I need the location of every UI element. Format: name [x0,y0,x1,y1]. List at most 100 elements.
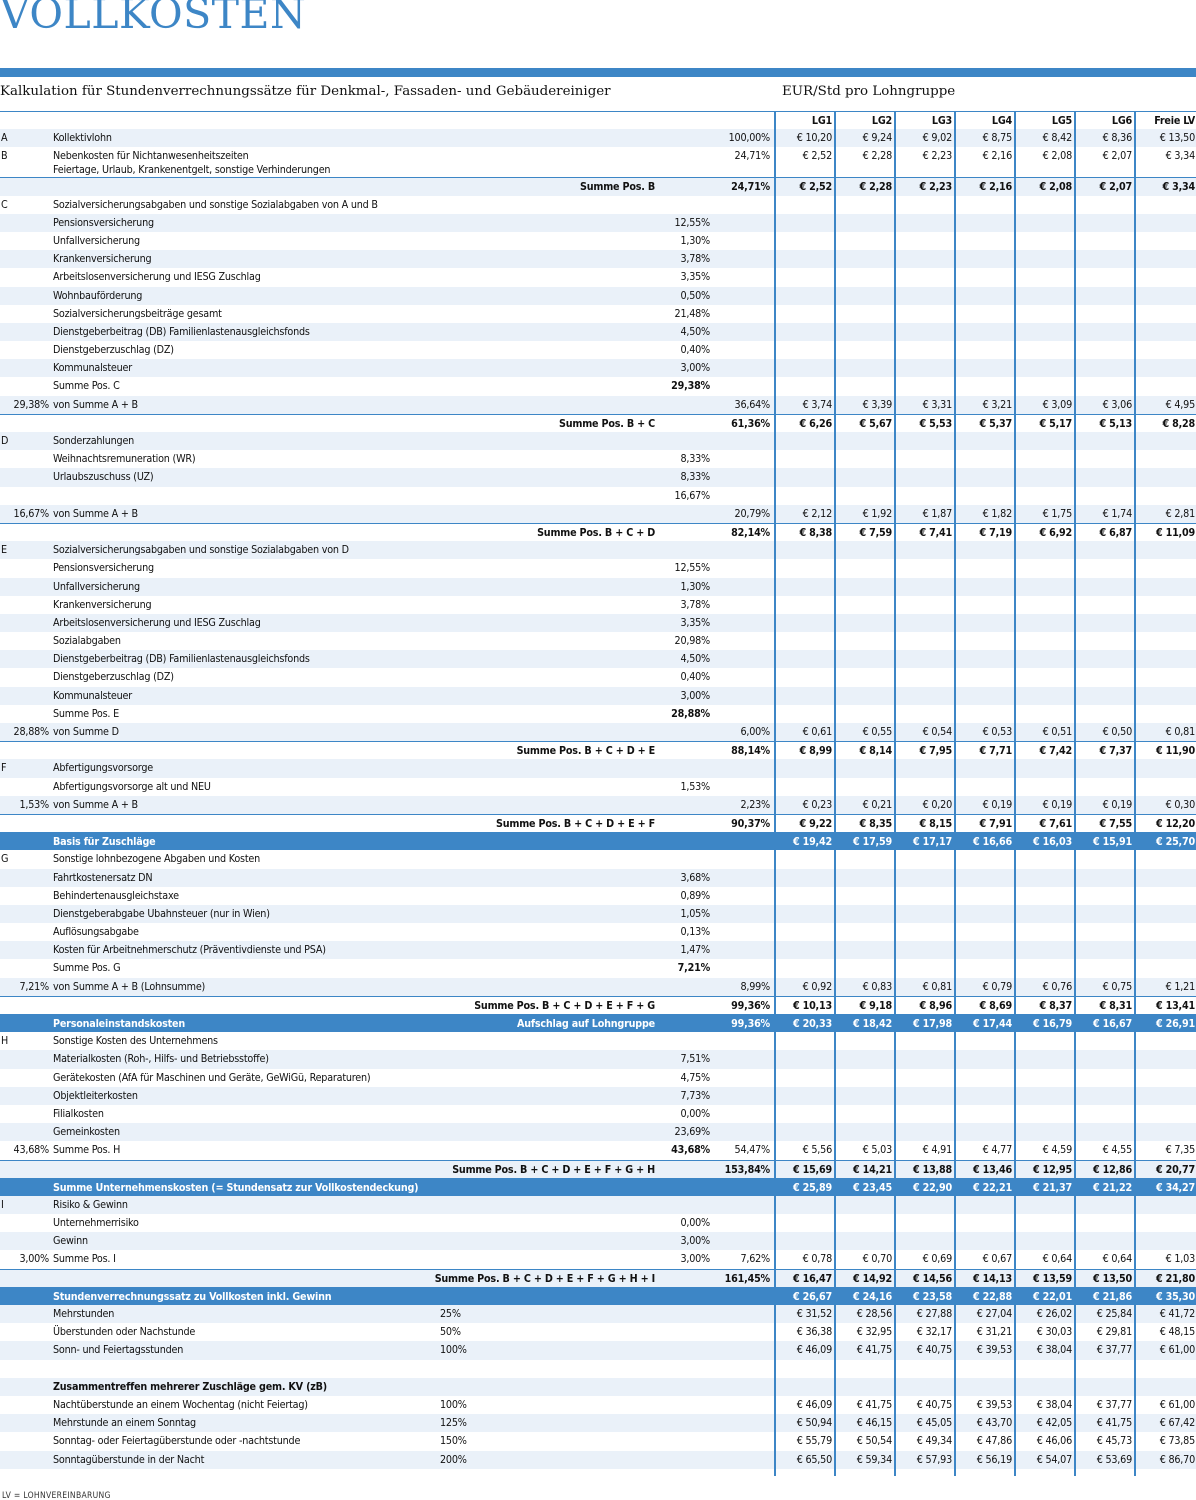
rate-percent: 29,38% [671,379,710,393]
value-lg3: € 32,17 [916,1325,952,1339]
total-percent: 82,14% [731,525,770,539]
base-percent: 1,53% [19,797,49,811]
surcharge-percent: 150% [440,1434,467,1448]
row-label-subline: Feiertage, Urlaub, Krankenentgelt, sonst… [53,163,331,177]
value-lg3: € 57,93 [916,1452,952,1466]
value-lg5: € 38,04 [1036,1397,1072,1411]
value-lg4: € 16,66 [972,835,1012,849]
subtotal-label: Summe Pos. B + C + D [537,525,655,539]
value-lg2: € 7,59 [859,525,892,539]
column-header: LG3 [931,114,952,127]
value-lg2: € 8,14 [859,744,892,758]
table-row: Dienstgeberabgabe Ubahnsteuer (nur in Wi… [0,904,1196,924]
value-lg4: € 43,70 [976,1416,1012,1430]
value-freie-lv: € 25,70 [1155,835,1195,849]
row-label: Sozialversicherungsabgaben und sonstige … [53,197,378,211]
value-lg1: € 3,74 [802,397,832,411]
value-freie-lv: € 11,90 [1155,744,1195,758]
value-lg4: € 22,21 [972,1180,1012,1194]
table-row: Filialkosten 0,00% [0,1105,1196,1123]
table-row: 29,38% von Summe A + B 36,64% € 3,74 € 3,39 €… [0,395,1196,414]
value-lg3: € 0,54 [922,725,952,738]
value-lg6: € 37,77 [1096,1397,1132,1411]
value-lg3: € 14,56 [912,1271,952,1285]
value-lg2: € 1,92 [862,506,892,520]
table-row: 3,00% Summe Pos. I 3,00% 7,62% € 0,78 € 0,70 €… [0,1250,1196,1268]
table-row: Kommunalsteuer 3,00% [0,359,1196,378]
value-lg5: € 16,03 [1032,835,1072,849]
total-percent: 36,64% [734,397,770,411]
value-lg4: € 7,19 [979,525,1012,539]
value-lg5: € 0,76 [1042,979,1072,993]
value-lg6: € 4,55 [1102,1143,1132,1157]
value-lg3: € 7,95 [919,744,952,758]
subtotal-row: Summe Pos. B + C + D 82,14% € 8,38 € 7,59 € … [0,522,1196,541]
value-lg4: € 47,86 [976,1434,1012,1448]
highlight-row: Stundenverrechnungssatz zu Vollkosten in… [0,1286,1196,1305]
total-percent: 153,84% [724,1162,770,1176]
value-freie-lv: € 0,30 [1165,797,1195,811]
table-row: Sonntagüberstunde in der Nacht 200% € 65,5… [0,1450,1196,1469]
row-label: Abfertigungsvorsorge [53,761,153,775]
table-row: Dienstgeberbeitrag (DB) Familienlastenau… [0,650,1196,669]
table-row: Kommunalsteuer 3,00% [0,686,1196,705]
value-lg5: € 0,64 [1042,1252,1072,1266]
rate-percent: 0,13% [680,925,710,939]
value-lg3: € 27,88 [916,1307,952,1320]
highlight-row: Personaleinstandskosten Aufschlag auf Loh… [0,1014,1196,1033]
position-key: F [1,761,7,775]
row-label: Sonstige Kosten des Unternehmens [53,1034,218,1048]
value-lg2: € 9,18 [859,998,892,1012]
value-lg5: € 30,03 [1036,1325,1072,1339]
row-label: von Summe A + B [53,397,138,411]
subtotal-label: Summe Pos. B + C + D + E [516,744,655,758]
value-lg4: € 14,13 [972,1271,1012,1285]
value-lg2: € 8,35 [859,816,892,830]
value-freie-lv: € 11,09 [1155,525,1195,539]
value-lg1: € 65,50 [796,1452,832,1466]
value-freie-lv: € 35,30 [1155,1289,1195,1303]
value-lg5: € 22,01 [1032,1289,1072,1303]
value-lg5: € 2,08 [1039,180,1072,194]
value-lg3: € 8,96 [919,998,952,1012]
table-row: Gerätekosten (AfA für Maschinen und Gerä… [0,1069,1196,1087]
rate-percent: 7,51% [680,1052,710,1066]
value-lg2: € 9,24 [862,131,892,145]
table-row: Kosten für Arbeitnehmerschutz (Präventiv… [0,941,1196,960]
value-freie-lv: € 0,81 [1165,725,1195,738]
value-lg5: € 0,51 [1042,725,1072,738]
value-freie-lv: € 1,03 [1165,1252,1195,1266]
value-lg1: € 8,38 [799,525,832,539]
value-lg3: € 2,23 [919,180,952,194]
table-row: H Sonstige Kosten des Unternehmens [0,1032,1196,1050]
table-subtitle: Kalkulation für Stundenverrechnungssätze… [0,84,611,99]
table-row: Dienstgeberzuschlag (DZ) 0,40% [0,341,1196,359]
column-header: LG4 [991,114,1012,127]
value-lg3: € 5,53 [919,416,952,430]
total-percent: 90,37% [731,816,770,830]
table-row: Fahrtkostenersatz DN 3,68% [0,868,1196,887]
row-label: Kollektivlohn [53,131,112,145]
table-row: C Sozialversicherungsabgaben und sonstige… [0,196,1196,214]
table-row: Unternehmerrisiko 0,00% [0,1214,1196,1232]
value-freie-lv: € 7,35 [1165,1143,1195,1157]
table-row: Auflösungsabgabe 0,13% [0,923,1196,941]
value-lg5: € 38,04 [1036,1343,1072,1357]
table-row: G Sonstige lohnbezogene Abgaben und Koste… [0,850,1196,868]
page-title: VOLLKOSTEN [0,0,307,38]
subtotal-label: Summe Pos. B + C [559,416,655,430]
rate-percent: 12,55% [674,561,710,575]
total-percent: 100,00% [728,131,770,145]
markup-label: Aufschlag auf Lohngruppe [517,1017,655,1030]
row-label: Mehrstunde an einem Sonntag [53,1416,196,1430]
rate-percent: 1,05% [680,906,710,920]
value-lg6: € 21,86 [1092,1289,1132,1303]
unit-label: EUR/Std pro Lohngruppe [782,84,956,99]
rate-percent: 1,53% [680,779,710,793]
row-label: von Summe A + B [53,506,138,520]
rate-percent: 3,00% [680,1234,710,1248]
surcharge-percent: 100% [440,1343,467,1357]
value-lg2: € 14,21 [852,1162,892,1176]
value-freie-lv: € 3,34 [1162,180,1195,194]
footnote: LV = LOHNVEREINBARUNG [2,1491,111,1500]
